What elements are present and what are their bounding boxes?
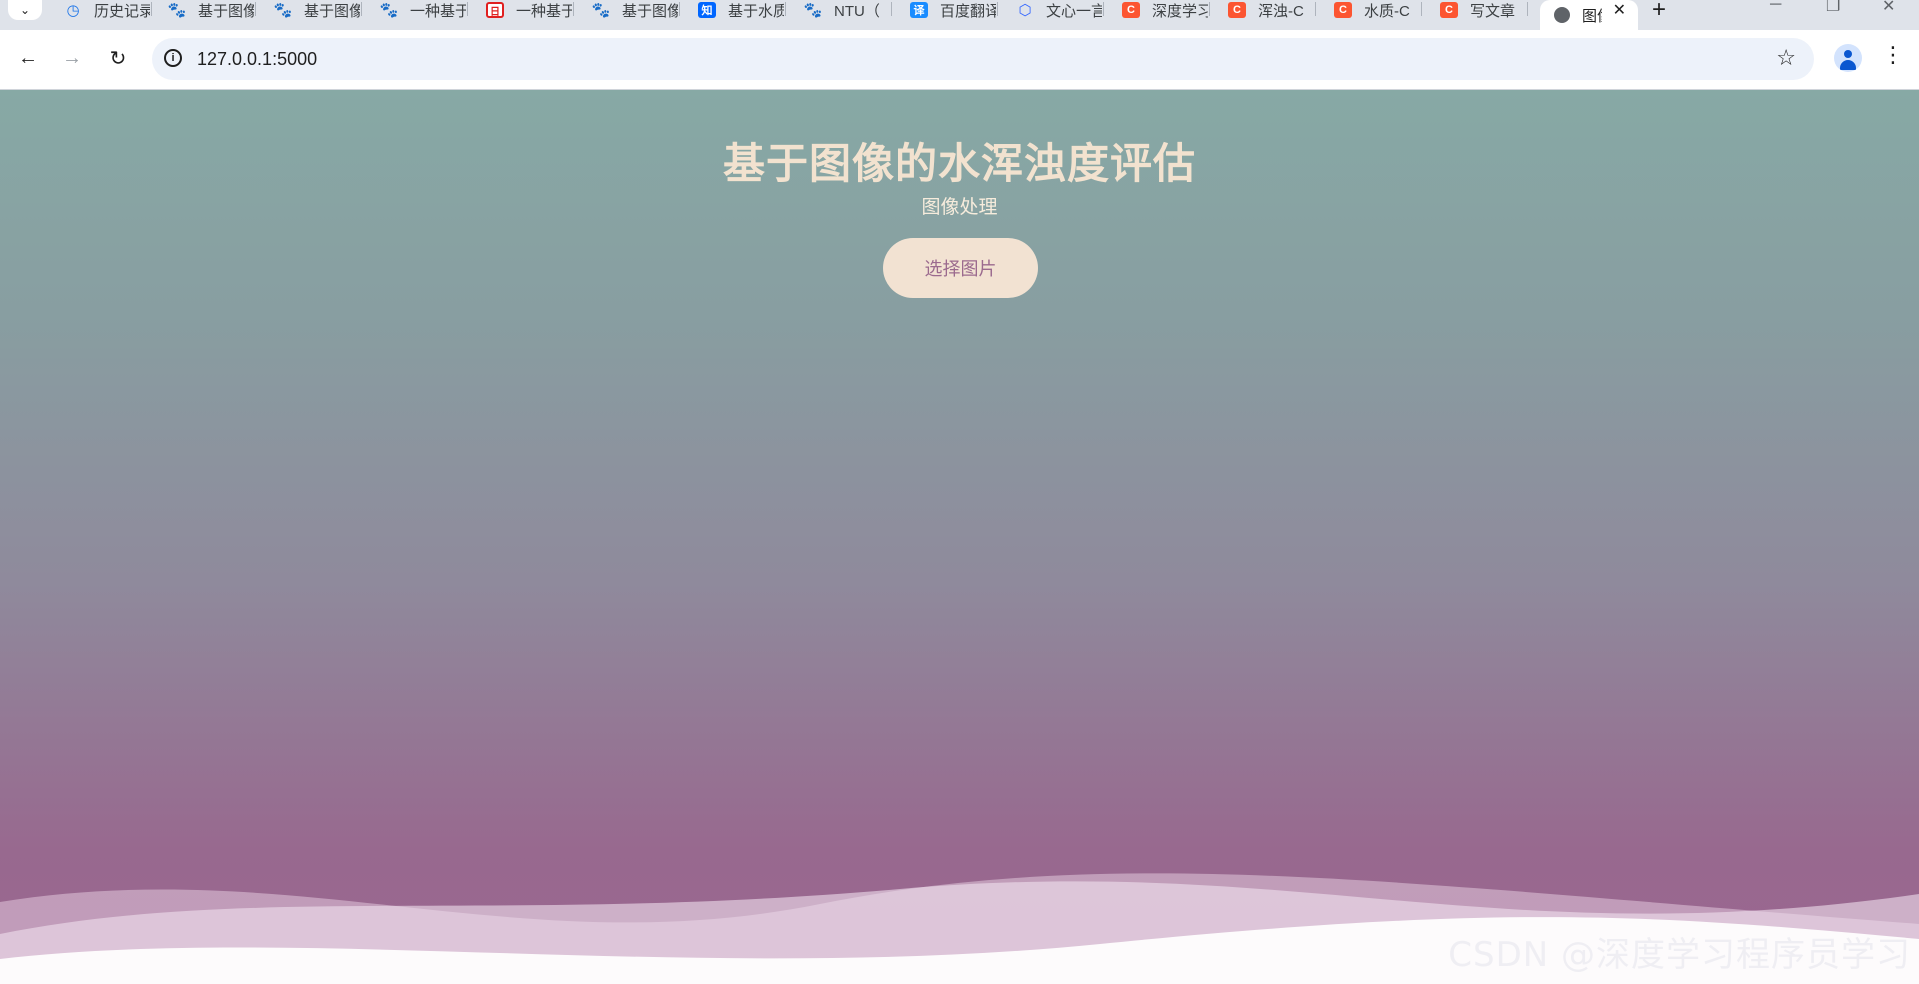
page-content: 基于图像的水浑浊度评估 图像处理 选择图片 CSDN @深度学习程序员学习 [0, 90, 1919, 984]
tab-label: 基于水质 [728, 2, 784, 20]
tab-label: 水质-C [1364, 2, 1410, 20]
window-close-icon[interactable]: ✕ [1882, 0, 1895, 16]
close-icon[interactable]: ✕ [1613, 0, 1626, 20]
page-subtitle: 图像处理 [921, 196, 998, 218]
tab-1[interactable]: 🐾 基于图像 [152, 0, 256, 20]
zhihu-icon: 知 [698, 2, 716, 18]
tab-label: 基于图像 [198, 2, 254, 20]
clock-icon: ◷ [66, 2, 80, 19]
csdn-icon: C [1228, 2, 1246, 18]
globe-icon [1554, 7, 1570, 23]
tab-3[interactable]: 🐾 一种基于 [364, 0, 468, 20]
browser-toolbar: ← → ↻ i 127.0.0.1:5000 ☆ ⋮ [0, 30, 1919, 90]
tab-9[interactable]: ⬡ 文心一言 [1000, 0, 1104, 20]
tab-6[interactable]: 知基于水质 [682, 0, 786, 20]
tab-12[interactable]: C 水质-C [1318, 0, 1422, 20]
tab-strip: ⌄ ◷ 历史记录 🐾 基于图像 🐾 基于图像 🐾 一种基于 日一种基于 🐾 基于图像 知基… [0, 0, 1919, 30]
tab-label: 图像 [1582, 7, 1602, 25]
baidu-paw-icon: 🐾 [167, 2, 187, 19]
restore-icon[interactable]: ❐ [1826, 0, 1840, 16]
address-bar[interactable]: i 127.0.0.1:5000 ☆ [152, 38, 1814, 80]
arrow-left-icon: ← [18, 46, 38, 69]
baidu-paw-icon: 🐾 [379, 2, 399, 19]
reload-button[interactable]: ↻ [104, 44, 132, 72]
tab-label: 浑浊-C [1258, 2, 1304, 20]
minimize-icon[interactable]: ─ [1770, 0, 1781, 14]
baidu-paw-icon: 🐾 [273, 2, 293, 19]
tab-2[interactable]: 🐾 基于图像 [258, 0, 362, 20]
profile-head [1844, 50, 1852, 58]
tab-label: 百度翻译 [940, 2, 996, 20]
tab-active[interactable]: 图像 ✕ [1540, 0, 1638, 30]
reload-icon: ↻ [109, 47, 127, 70]
menu-kebab-icon[interactable]: ⋮ [1882, 42, 1904, 68]
red-logo-icon: 日 [486, 2, 504, 18]
tab-label: 历史记录 [94, 2, 150, 20]
url-text[interactable]: 127.0.0.1:5000 [197, 49, 317, 70]
tab-label: 写文章 [1470, 2, 1516, 20]
chevron-down-icon: ⌄ [19, 3, 31, 17]
new-tab-button[interactable]: + [1652, 0, 1666, 24]
page-title: 基于图像的水浑浊度评估 [722, 139, 1196, 188]
wenxin-icon: ⬡ [1018, 2, 1032, 19]
tab-label: 基于图像 [622, 2, 678, 20]
tab-7[interactable]: 🐾 NTU（ [788, 0, 892, 20]
translate-icon: 译 [910, 2, 928, 18]
bookmark-star-icon[interactable]: ☆ [1776, 45, 1796, 71]
info-icon[interactable]: i [164, 49, 182, 67]
tab-label: 一种基于 [410, 2, 466, 20]
csdn-icon: C [1440, 2, 1458, 18]
watermark: CSDN @深度学习程序员学习 [1448, 935, 1911, 975]
tab-label: 深度学习 [1152, 2, 1208, 20]
tab-10[interactable]: C 深度学习 [1106, 0, 1210, 20]
tab-label: 文心一言 [1046, 2, 1102, 20]
tab-4[interactable]: 日一种基于 [470, 0, 574, 20]
baidu-paw-icon: 🐾 [591, 2, 611, 19]
tab-search-button[interactable]: ⌄ [8, 0, 42, 20]
arrow-right-icon: → [62, 46, 82, 69]
tab-5[interactable]: 🐾 基于图像 [576, 0, 680, 20]
tab-11[interactable]: C 浑浊-C [1212, 0, 1316, 20]
tab-label: 一种基于 [516, 2, 572, 20]
csdn-icon: C [1334, 2, 1352, 18]
tab-0[interactable]: ◷ 历史记录 [48, 0, 152, 20]
profile-avatar[interactable] [1834, 44, 1862, 72]
profile-body [1840, 60, 1856, 70]
select-image-button[interactable]: 选择图片 [883, 238, 1038, 298]
back-button[interactable]: ← [14, 44, 42, 72]
csdn-icon: C [1122, 2, 1140, 18]
tab-label: NTU（ [834, 2, 880, 20]
forward-button[interactable]: → [58, 44, 86, 72]
tab-8[interactable]: 译百度翻译 [894, 0, 998, 20]
tab-label: 基于图像 [304, 2, 360, 20]
tab-13[interactable]: C 写文章 [1424, 0, 1528, 20]
baidu-paw-icon: 🐾 [803, 2, 823, 19]
